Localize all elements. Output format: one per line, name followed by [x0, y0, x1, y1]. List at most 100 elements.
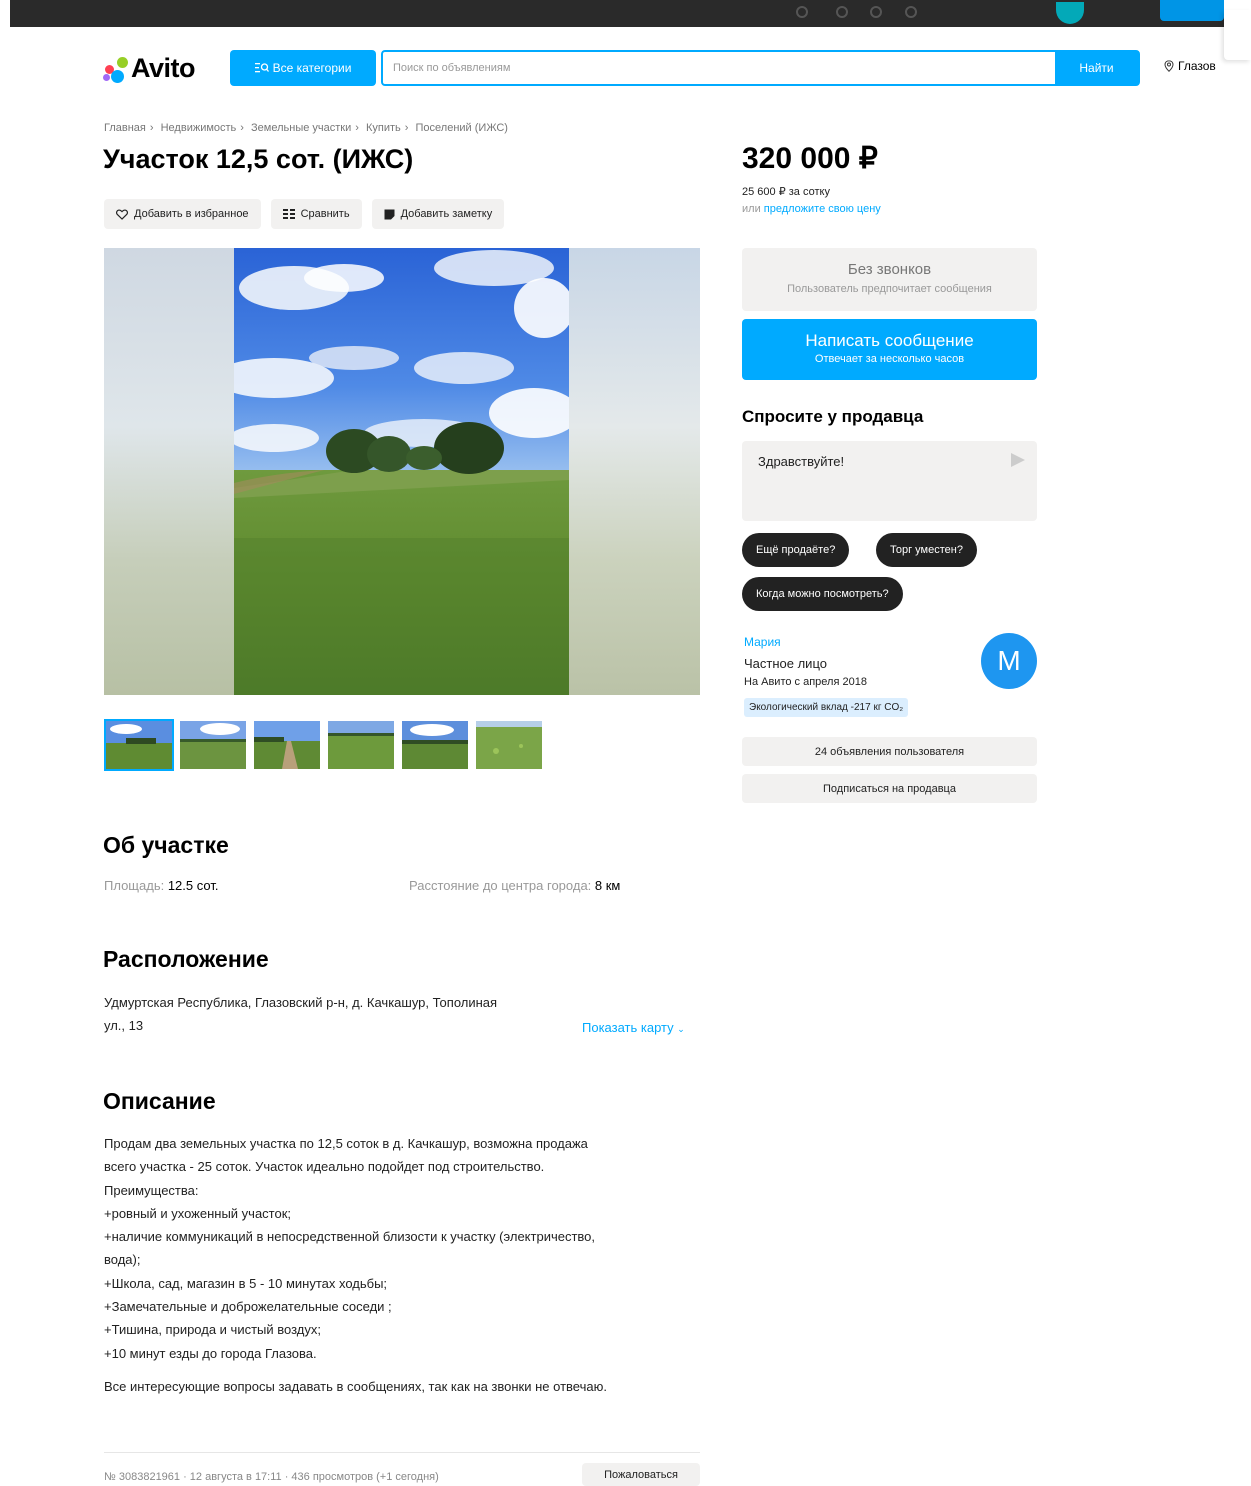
- compare-icon: [282, 208, 295, 219]
- breadcrumb-separator: ›: [404, 122, 409, 134]
- breadcrumb-separator: ›: [355, 122, 359, 134]
- description-line: +Тишина, природа и чистый воздух;: [104, 1322, 321, 1338]
- messages-icon[interactable]: [836, 6, 848, 18]
- breadcrumb-item[interactable]: Главная: [104, 122, 146, 134]
- thumbnail[interactable]: [104, 719, 174, 771]
- offer-price: или предложите свою цену: [742, 203, 881, 215]
- thumbnail[interactable]: [178, 719, 248, 771]
- compare-label: Сравнить: [300, 208, 350, 220]
- seller-avatar[interactable]: М: [981, 633, 1037, 689]
- thumbnail-image: [328, 721, 394, 769]
- notifications-icon[interactable]: [870, 6, 882, 18]
- compare-button[interactable]: Сравнить: [270, 199, 362, 229]
- description-line: вода);: [104, 1252, 141, 1268]
- location-section-title: Расположение: [103, 946, 269, 972]
- eco-badge[interactable]: Экологический вклад -217 кг CO₂: [744, 698, 909, 717]
- subscribe-seller-button[interactable]: Подписаться на продавца: [742, 774, 1037, 803]
- breadcrumb-item[interactable]: Земельные участки: [251, 122, 351, 134]
- thumbnail[interactable]: [474, 719, 544, 771]
- seller-since: На Авито с апреля 2018: [744, 676, 867, 688]
- listing-title: Участок 12,5 сот. (ИЖС): [103, 144, 414, 174]
- quick-question-chip[interactable]: Ещё продаёте?: [742, 533, 850, 567]
- search-button[interactable]: Найти: [1055, 52, 1138, 84]
- photo-gallery[interactable]: [104, 248, 700, 695]
- thumbnail-image: [106, 721, 172, 769]
- ask-seller-text: Здравствуйте!: [758, 454, 845, 469]
- footer-divider: [104, 1452, 700, 1453]
- search-input[interactable]: [383, 52, 1056, 84]
- address: Удмуртская Республика, Глазовский р-н, д…: [104, 991, 574, 1037]
- gallery-blur-left: [104, 248, 234, 695]
- listing-meta: № 3083821961 · 12 августа в 17:11 · 436 …: [104, 1471, 439, 1483]
- price: 320 000 ₽: [742, 142, 878, 175]
- favorites-icon[interactable]: [796, 6, 808, 18]
- main-photo[interactable]: [234, 248, 569, 695]
- breadcrumb-item[interactable]: Купить: [366, 122, 401, 134]
- cart-icon[interactable]: [905, 6, 917, 18]
- breadcrumb-item[interactable]: Недвижимость: [161, 122, 237, 134]
- logo-text: Avito: [131, 53, 196, 83]
- breadcrumb-separator: ›: [240, 122, 244, 134]
- add-to-favorites-button[interactable]: Добавить в избранное: [104, 199, 261, 229]
- seller-type: Частное лицо: [744, 656, 827, 671]
- response-time-label: Отвечает за несколько часов: [814, 353, 965, 365]
- breadcrumb-item[interactable]: Поселений (ИЖС): [416, 122, 508, 134]
- categories-search-icon: [254, 63, 269, 73]
- thumbnail-image: [476, 721, 542, 769]
- profile-avatar[interactable]: [1056, 2, 1084, 24]
- search-box: Найти: [381, 50, 1140, 86]
- ask-seller-input[interactable]: Здравствуйте!: [742, 441, 1037, 521]
- note-icon: [384, 209, 395, 219]
- location-label: Глазов: [1178, 59, 1216, 73]
- distance-label: Расстояние до центра города:: [409, 878, 592, 893]
- show-map-link[interactable]: Показать карту ⌄: [582, 1020, 685, 1035]
- logo-dots-icon: [103, 56, 129, 83]
- area-value: 12.5 сот.: [167, 878, 219, 893]
- breadcrumb-separator: ›: [149, 122, 154, 134]
- add-note-button[interactable]: Добавить заметку: [371, 199, 505, 229]
- thumbnail-strip: [104, 719, 544, 771]
- ask-seller-title: Спросите у продавца: [742, 407, 924, 426]
- post-ad-button[interactable]: [1160, 0, 1224, 21]
- thumbnail-image: [254, 721, 320, 769]
- description-line: Преимущества:: [104, 1182, 199, 1198]
- price-per-unit: 25 600 ₽ за сотку: [742, 186, 830, 198]
- all-categories-button[interactable]: Все категории: [230, 50, 376, 86]
- location-pin-icon: [1164, 60, 1174, 72]
- description-text: Продам два земельных участка по 12,5 сот…: [104, 1132, 689, 1398]
- quick-question-chip[interactable]: Торг уместен?: [876, 533, 977, 567]
- description-line: +10 минут езды до города Глазова.: [104, 1345, 317, 1361]
- site-header: Avito Все категории Найти Глазов: [0, 47, 1251, 89]
- write-message-label: Написать сообщение: [805, 331, 974, 350]
- distance-value: 8 км: [594, 878, 621, 893]
- thumbnail[interactable]: [400, 719, 470, 771]
- heart-icon: [116, 209, 128, 220]
- no-calls-subtitle: Пользователь предпочитает сообщения: [787, 283, 992, 295]
- write-message-button[interactable]: Написать сообщение Отвечает за несколько…: [742, 319, 1037, 380]
- description-line: Продам два земельных участка по 12,5 сот…: [104, 1136, 588, 1151]
- thumbnail[interactable]: [252, 719, 322, 771]
- complain-button[interactable]: Пожаловаться: [582, 1463, 700, 1486]
- add-to-favorites-label: Добавить в избранное: [134, 208, 249, 220]
- area-label: Площадь:: [104, 878, 165, 893]
- show-map-label: Показать карту: [582, 1020, 674, 1035]
- description-line: +наличие коммуникаций в непосредственной…: [104, 1229, 596, 1245]
- offer-price-link[interactable]: предложите свою цену: [764, 203, 881, 215]
- description-line: +ровный и ухоженный участок;: [104, 1205, 292, 1221]
- description-line: всего участка - 25 соток. Участок идеаль…: [104, 1159, 545, 1175]
- description-section-title: Описание: [103, 1088, 216, 1114]
- seller-name-link[interactable]: Мария: [744, 635, 781, 649]
- all-categories-label: Все категории: [272, 61, 352, 75]
- description-line: +Замечательные и доброжелательные соседи…: [104, 1299, 392, 1315]
- avito-logo[interactable]: Avito: [103, 53, 196, 84]
- offer-prefix: или: [742, 203, 764, 215]
- location-selector[interactable]: Глазов: [1164, 59, 1216, 73]
- thumbnail-image: [402, 721, 468, 769]
- thumbnail[interactable]: [326, 719, 396, 771]
- add-note-label: Добавить заметку: [400, 208, 493, 220]
- quick-question-chip[interactable]: Когда можно посмотреть?: [742, 577, 903, 611]
- field-photo-image: [234, 248, 569, 695]
- seller-listings-button[interactable]: 24 объявления пользователя: [742, 737, 1037, 766]
- no-calls-notice: Без звонков Пользователь предпочитает со…: [742, 248, 1037, 311]
- send-icon[interactable]: [1011, 453, 1025, 467]
